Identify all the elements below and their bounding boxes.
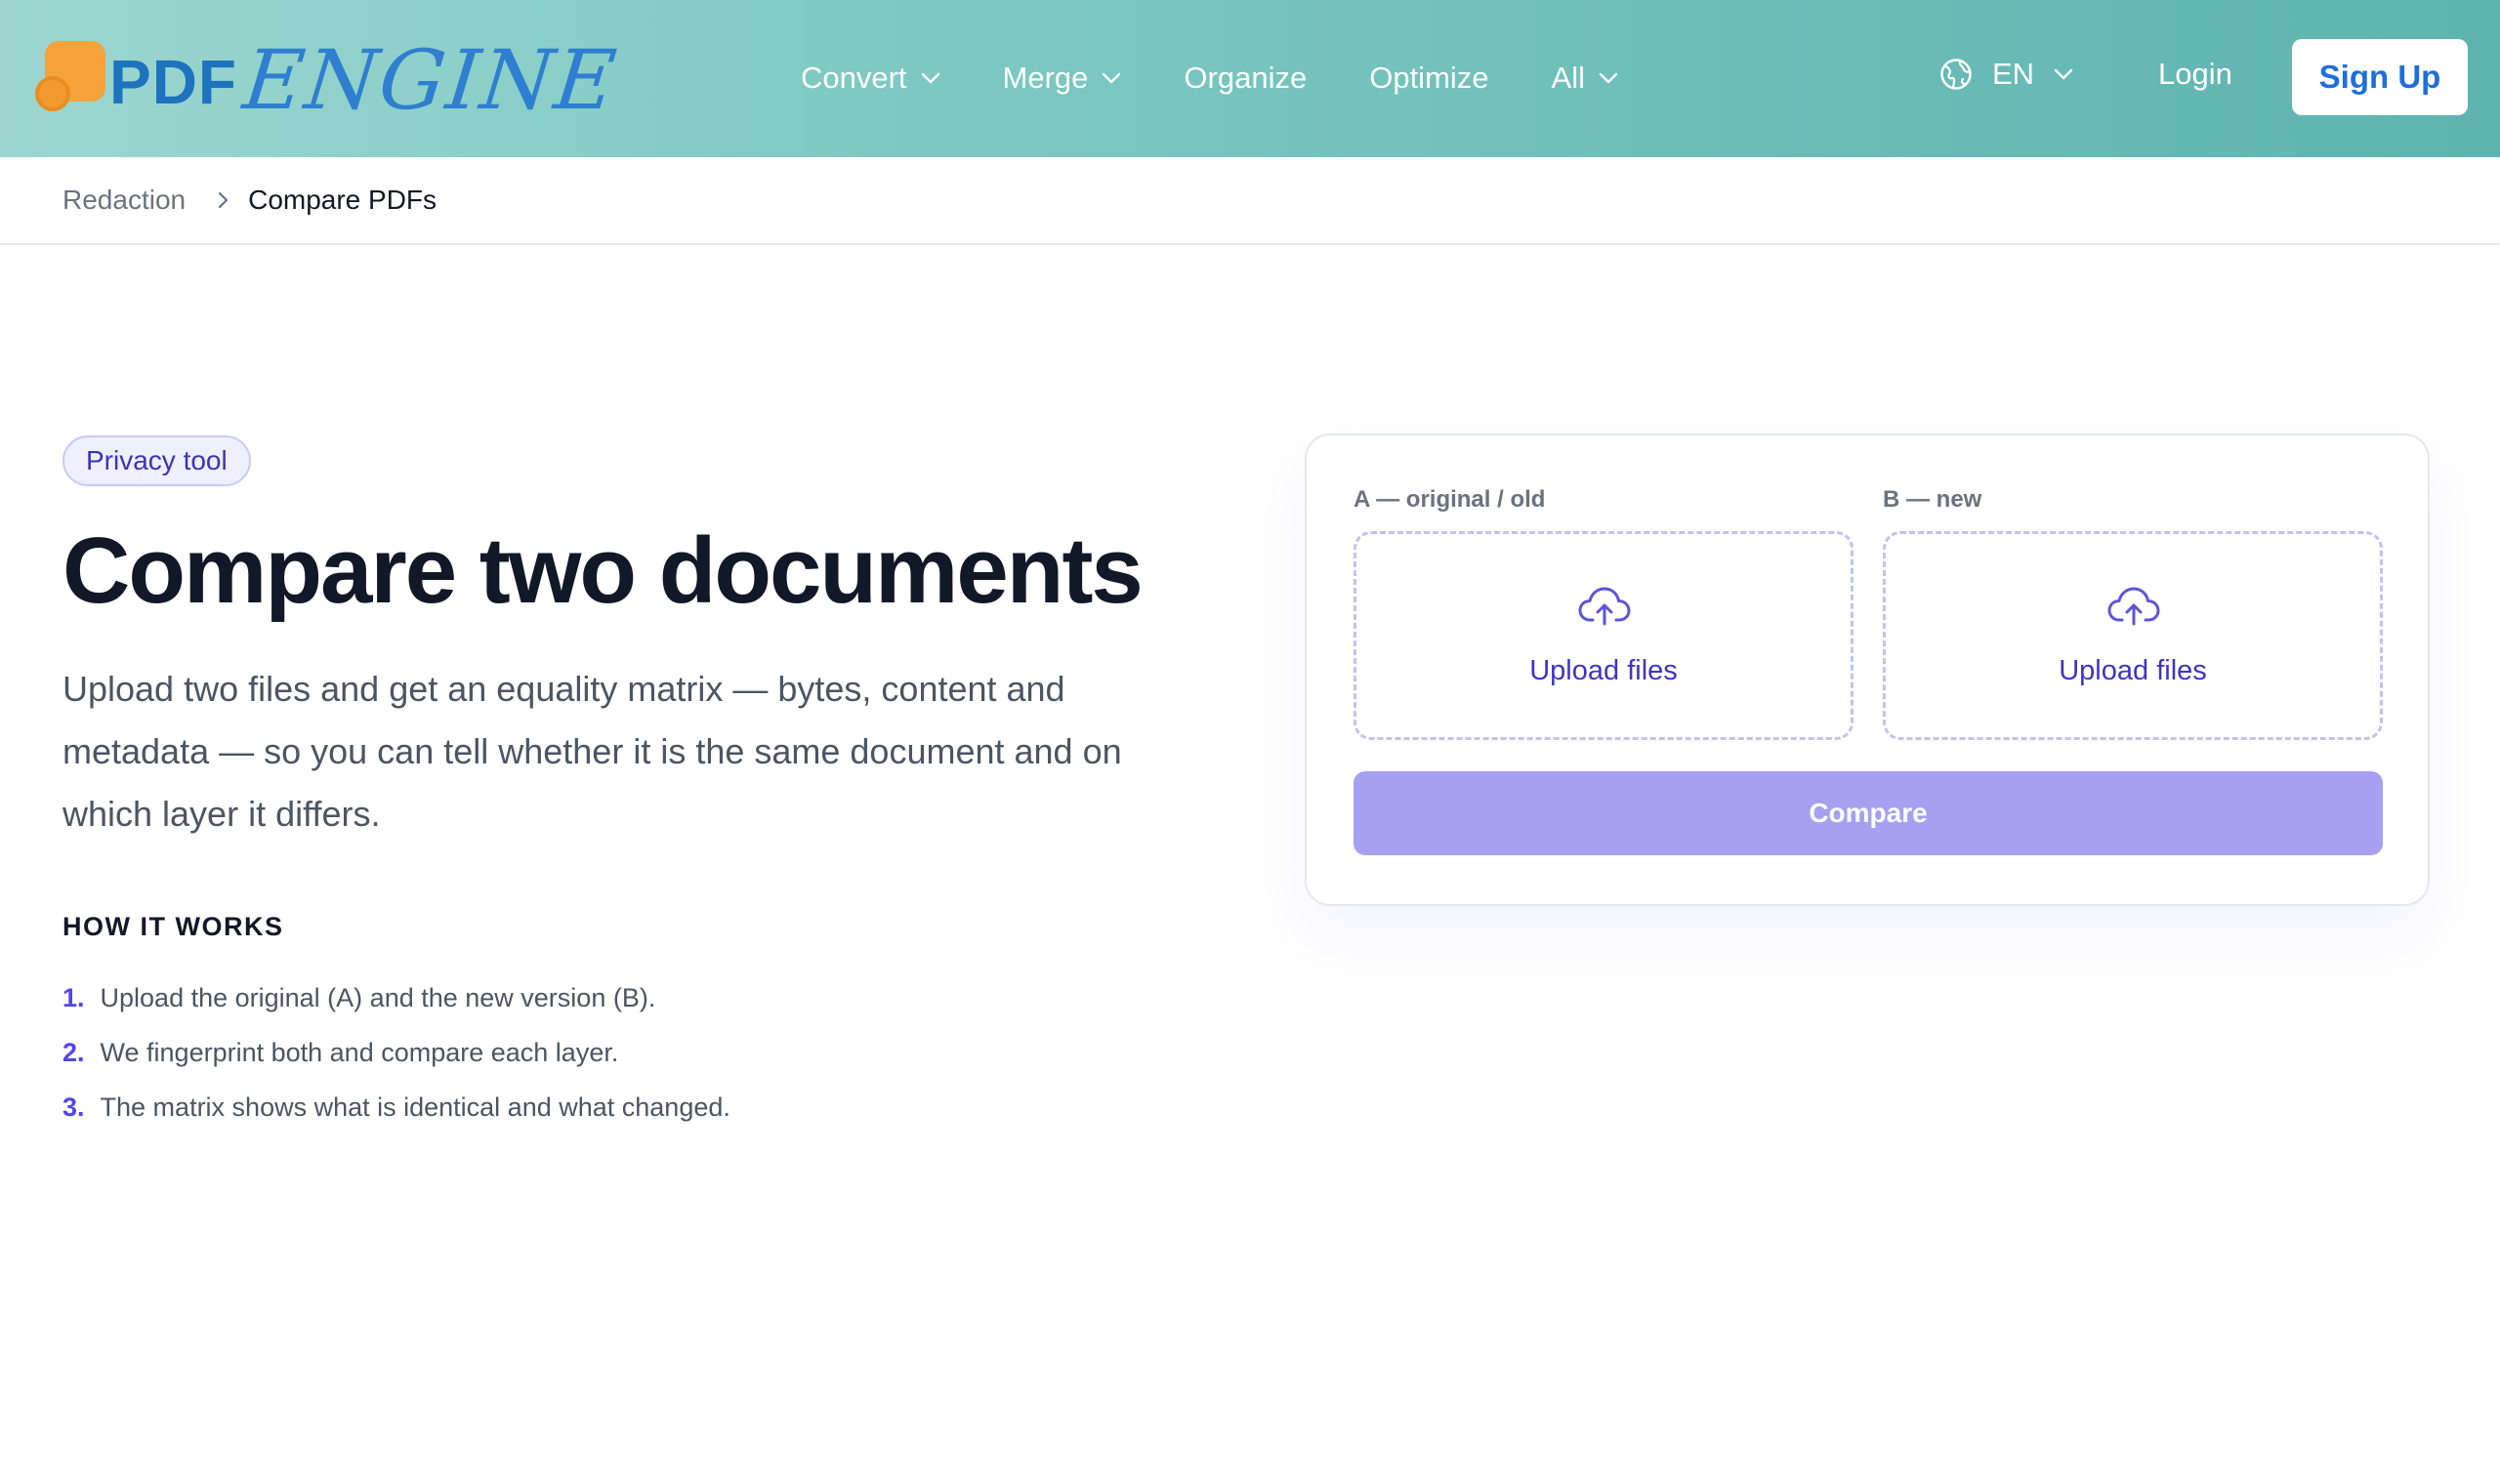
upload-dropzone-a[interactable]: Upload files — [1354, 531, 1854, 740]
login-link[interactable]: Login — [2158, 57, 2232, 92]
signup-button[interactable]: Sign Up — [2292, 39, 2468, 115]
nav-item-all[interactable]: All — [1552, 61, 1618, 96]
nav-item-convert[interactable]: Convert — [801, 61, 940, 96]
step-text: Upload the original (A) and the new vers… — [100, 982, 656, 1012]
chevron-right-icon — [218, 191, 229, 209]
chevron-down-icon — [1103, 72, 1121, 84]
logo-text-pdf: PDF — [109, 47, 237, 117]
breadcrumb-current: Compare PDFs — [248, 185, 438, 215]
compare-button[interactable]: Compare — [1354, 771, 2383, 855]
main-nav: Convert Merge Organize Optimize All — [801, 49, 1681, 107]
language-selector[interactable]: EN — [1939, 57, 2073, 92]
step-item: 3. The matrix shows what is identical an… — [62, 1080, 730, 1134]
page-description: Upload two files and get an equality mat… — [62, 669, 1122, 834]
top-header: PDF ENGINE Convert Merge Organize Optimi… — [0, 0, 2500, 157]
breadcrumb: Redaction Compare PDFs — [0, 157, 2500, 245]
cloud-upload-icon — [2107, 587, 2160, 626]
step-number: 3. — [62, 1092, 85, 1122]
step-item: 2. We fingerprint both and compare each … — [62, 1025, 730, 1080]
nav-item-organize[interactable]: Organize — [1184, 61, 1307, 96]
nav-item-label: Convert — [801, 61, 907, 95]
step-number: 1. — [62, 982, 85, 1012]
chevron-down-icon — [921, 72, 939, 84]
logo-mark-icon — [35, 41, 105, 111]
nav-item-merge[interactable]: Merge — [1003, 61, 1122, 96]
upload-dropzone-b[interactable]: Upload files — [1883, 531, 2383, 740]
globe-icon — [1940, 59, 1972, 90]
chevron-down-icon — [2054, 68, 2073, 80]
step-text: We fingerprint both and compare each lay… — [100, 1037, 619, 1067]
slot-b-label: B — new — [1883, 486, 1982, 513]
upload-files-label: Upload files — [2059, 655, 2207, 686]
nav-item-optimize[interactable]: Optimize — [1369, 61, 1488, 96]
slot-a-label: A — original / old — [1354, 486, 1546, 513]
compare-card: A — original / old B — new Upload files … — [1305, 433, 2430, 906]
nav-item-label: Organize — [1184, 61, 1308, 95]
cloud-upload-icon — [1578, 587, 1631, 626]
breadcrumb-item-redaction[interactable]: Redaction — [62, 185, 186, 216]
step-number: 2. — [62, 1037, 85, 1067]
step-text: The matrix shows what is identical and w… — [100, 1092, 730, 1122]
logo-text-engine: ENGINE — [238, 32, 623, 128]
page-title: Compare two documents — [62, 518, 1144, 623]
brand-logo[interactable]: PDF ENGINE — [35, 29, 622, 128]
nav-item-label: Merge — [1002, 61, 1089, 95]
step-item: 1. Upload the original (A) and the new v… — [62, 970, 730, 1025]
language-label: EN — [1992, 57, 2035, 91]
how-it-works-steps: 1. Upload the original (A) and the new v… — [62, 970, 730, 1134]
privacy-tool-badge: Privacy tool — [62, 435, 251, 486]
nav-item-label: All — [1551, 61, 1585, 95]
chevron-down-icon — [1599, 72, 1618, 84]
upload-files-label: Upload files — [1529, 655, 1678, 686]
nav-item-label: Optimize — [1369, 61, 1489, 95]
how-it-works-heading: HOW IT WORKS — [62, 912, 284, 941]
